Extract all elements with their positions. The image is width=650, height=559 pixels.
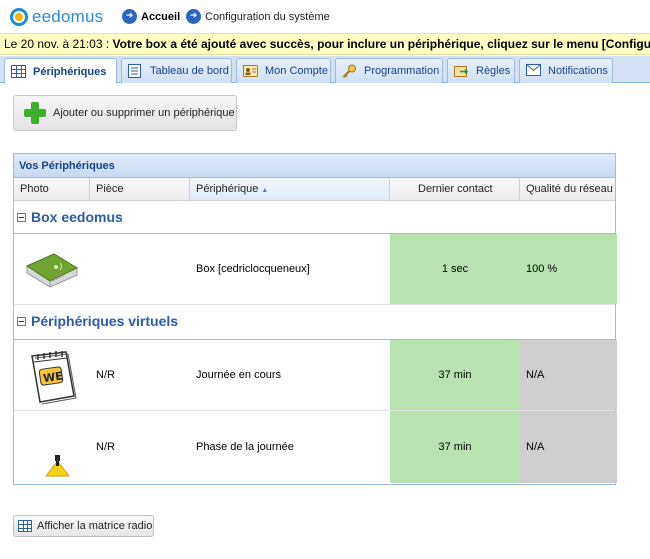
column-header-label: Photo <box>20 183 49 195</box>
grid-icon <box>18 520 32 532</box>
plus-icon <box>24 102 46 124</box>
box-device-icon <box>24 248 80 291</box>
tab-label: Périphériques <box>33 65 107 78</box>
logo-text: eedomus <box>32 7 104 26</box>
home-link[interactable]: ➜ Accueil <box>122 9 180 24</box>
tab-peripheriques[interactable]: Périphériques <box>4 58 117 84</box>
system-config-label: Configuration du système <box>205 10 330 23</box>
room-cell: N/R <box>96 441 115 453</box>
calendar-we-icon: WE <box>26 346 80 409</box>
collapse-toggle-icon[interactable] <box>17 213 26 222</box>
arrow-right-icon: ➜ <box>122 9 137 24</box>
tab-programmation[interactable]: Programmation <box>335 58 443 83</box>
lamp-icon <box>44 455 72 480</box>
message-text: Votre box a été ajouté avec succès, pour… <box>112 37 650 51</box>
tab-label: Tableau de bord <box>150 65 229 77</box>
column-header-row: Photo Pièce Périphérique ▲ Dernier contac… <box>14 178 615 201</box>
group-header-box-eedomus[interactable]: Box eedomus <box>14 201 615 234</box>
eedomus-logo[interactable]: eedomus <box>10 7 122 27</box>
column-header-label: Pièce <box>96 183 124 195</box>
column-header-label: Dernier contact <box>418 183 493 195</box>
network-quality-cell: N/A <box>520 411 617 483</box>
device-name-cell: Journée en cours <box>196 369 281 381</box>
group-title: Périphériques virtuels <box>31 313 179 329</box>
svg-text:WE: WE <box>42 369 63 385</box>
arrow-right-icon: ➜ <box>186 9 201 24</box>
top-bar: eedomus ➜ Accueil ➜ Configuration du sys… <box>0 0 650 33</box>
tab-label: Règles <box>476 65 511 77</box>
add-remove-device-label: Ajouter ou supprimer un périphérique <box>53 107 235 119</box>
tab-label: Programmation <box>364 65 440 77</box>
last-contact-cell: 37 min <box>390 340 520 410</box>
notification-message-bar: Le 20 nov. à 21:03 : Votre box a été ajo… <box>0 33 650 55</box>
network-quality-cell: N/A <box>520 340 617 410</box>
devices-panel: Vos Périphériques Photo Pièce Périphériq… <box>13 153 617 485</box>
main-tabs: Périphériques Tableau de bord Mon Compte… <box>0 56 650 84</box>
panel-title: Vos Périphériques <box>14 154 615 178</box>
table-row[interactable]: N/R Phase de la journée 37 min N/A <box>14 411 617 483</box>
dashboard-icon <box>128 64 144 78</box>
table-row[interactable]: WE N/R Journée en cours 37 min N/A <box>14 340 617 411</box>
table-row[interactable]: Box [cedriclocqueneux] 1 sec 100 % <box>14 234 617 305</box>
tab-notifications[interactable]: Notifications <box>519 58 613 83</box>
logo-icon <box>10 8 28 26</box>
sort-ascending-icon: ▲ <box>261 187 269 194</box>
tab-label: Notifications <box>548 65 608 77</box>
system-config-link[interactable]: ➜ Configuration du système <box>186 9 330 24</box>
message-date: Le 20 nov. à 21:03 : <box>4 37 113 51</box>
column-header-dernier-contact[interactable]: Dernier contact <box>390 178 520 200</box>
column-header-label: Qualité du réseau <box>526 183 613 195</box>
device-name-cell: Phase de la journée <box>196 441 294 453</box>
add-remove-device-button[interactable]: Ajouter ou supprimer un périphérique <box>13 95 237 131</box>
column-header-piece[interactable]: Pièce <box>90 178 190 200</box>
user-icon <box>243 64 259 78</box>
last-contact-cell: 1 sec <box>390 234 520 304</box>
mail-icon <box>526 64 542 78</box>
tab-regles[interactable]: Règles <box>447 58 515 83</box>
column-header-photo[interactable]: Photo <box>14 178 90 200</box>
rules-icon <box>454 64 470 78</box>
network-quality-cell: 100 % <box>520 234 617 304</box>
column-header-qualite-reseau[interactable]: Qualité du réseau <box>520 178 617 200</box>
device-name-cell: Box [cedriclocqueneux] <box>196 263 310 275</box>
tab-label: Mon Compte <box>265 65 328 77</box>
key-icon <box>342 64 358 78</box>
group-title: Box eedomus <box>31 209 123 225</box>
group-header-peripheriques-virtuels[interactable]: Périphériques virtuels <box>14 305 615 340</box>
last-contact-cell: 37 min <box>390 411 520 483</box>
show-radio-matrix-label: Afficher la matrice radio <box>37 520 153 532</box>
grid-icon <box>11 64 27 79</box>
show-radio-matrix-button[interactable]: Afficher la matrice radio <box>13 515 154 537</box>
tab-mon-compte[interactable]: Mon Compte <box>236 58 331 83</box>
tab-tableau-de-bord[interactable]: Tableau de bord <box>121 58 232 83</box>
collapse-toggle-icon[interactable] <box>17 317 26 326</box>
column-header-label: Périphérique <box>196 183 259 195</box>
home-link-label: Accueil <box>141 10 181 23</box>
room-cell: N/R <box>96 369 115 381</box>
column-header-peripherique[interactable]: Périphérique ▲ <box>190 178 390 200</box>
